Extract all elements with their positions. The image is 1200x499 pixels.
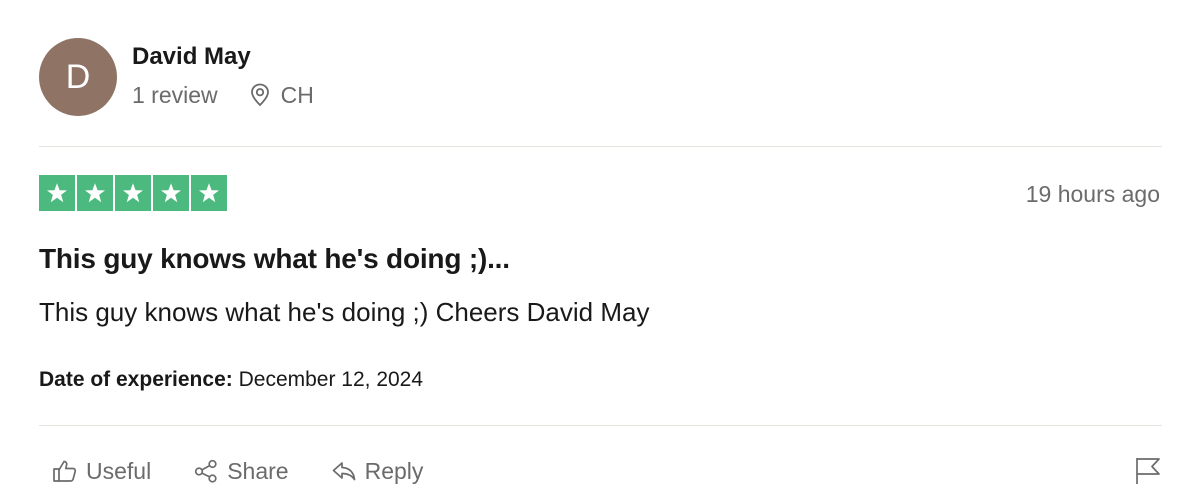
- review-text: This guy knows what he's doing ;) Cheers…: [39, 297, 650, 327]
- experience-label: Date of experience:: [39, 368, 233, 391]
- reply-icon: [332, 462, 355, 481]
- star-icon: [191, 175, 227, 211]
- location-label: CH: [280, 82, 314, 108]
- review-title[interactable]: This guy knows what he's doing ;)...: [39, 242, 510, 276]
- star-icon: [39, 175, 75, 211]
- share-label: Share: [227, 458, 289, 484]
- review-actions: Useful Share Reply: [52, 456, 465, 486]
- location-pin-icon: [250, 83, 269, 107]
- consumer-info: D David May 1 review CH: [39, 38, 314, 116]
- share-button[interactable]: Share: [193, 456, 289, 486]
- reply-button[interactable]: Reply: [331, 456, 424, 486]
- flag-icon[interactable]: [1133, 456, 1163, 486]
- star-icon: [115, 175, 151, 211]
- avatar[interactable]: D: [39, 38, 117, 116]
- avatar-initial: D: [65, 57, 91, 96]
- experience-date: December 12, 2024: [238, 368, 424, 391]
- review-timestamp: 19 hours ago: [1025, 181, 1160, 207]
- divider: [39, 425, 1162, 426]
- thumbs-up-icon: [53, 460, 77, 482]
- date-of-experience: Date of experience: December 12, 2024: [39, 366, 423, 394]
- star-icon: [77, 175, 113, 211]
- useful-button[interactable]: Useful: [52, 456, 151, 486]
- useful-label: Useful: [86, 458, 152, 484]
- consumer-meta: David May 1 review CH: [132, 38, 314, 109]
- star-rating: [39, 175, 227, 211]
- reply-label: Reply: [364, 458, 424, 484]
- review-count: 1 review: [132, 82, 218, 108]
- divider: [39, 146, 1162, 147]
- share-icon: [195, 459, 217, 483]
- consumer-name[interactable]: David May: [132, 43, 314, 71]
- consumer-location: CH: [249, 81, 314, 109]
- review-card: D David May 1 review CH 19 hours ago Thi…: [0, 0, 1200, 499]
- consumer-details: 1 review CH: [132, 81, 314, 109]
- star-icon: [153, 175, 189, 211]
